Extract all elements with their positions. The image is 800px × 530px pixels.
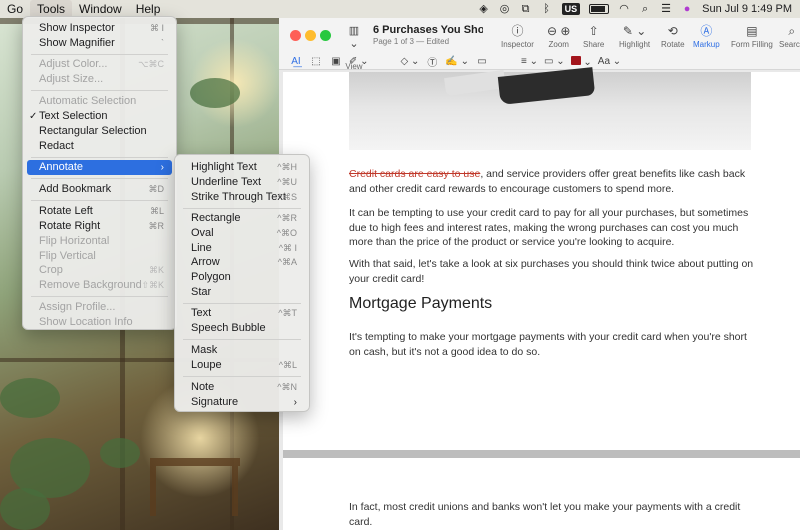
menu-item-note[interactable]: Note ^⌘N bbox=[179, 380, 305, 395]
status-area: ◈ ◎ ⧉ ᛒ US ◠ ⌕ ☰ ● Sun Jul 9 1:49 PM bbox=[478, 3, 800, 15]
article-photo bbox=[349, 67, 751, 150]
note-tool-icon[interactable]: ▭ bbox=[475, 56, 489, 67]
menu-item-rotate-left[interactable]: Rotate Left ⌘L bbox=[27, 204, 172, 219]
menu-item-line[interactable]: Line ^⌘ I bbox=[179, 241, 305, 256]
paragraph-3: With that said, let's take a look at six… bbox=[349, 258, 754, 285]
text-tool-icon[interactable]: Ⓣ bbox=[425, 54, 439, 69]
menu-item-text[interactable]: Text ^⌘T bbox=[179, 306, 305, 321]
search-icon[interactable]: ⌕ bbox=[639, 3, 651, 15]
layers-icon[interactable]: ⧉ bbox=[520, 3, 532, 15]
paragraph-5: In fact, most credit unions and banks wo… bbox=[349, 501, 741, 528]
share-button[interactable]: ⇧ Share bbox=[583, 24, 604, 49]
border-style-icon[interactable]: ▭ ⌄ bbox=[544, 56, 565, 67]
siri-icon[interactable]: ● bbox=[681, 3, 693, 15]
markup-button[interactable]: Ⓐ Markup bbox=[693, 24, 720, 49]
zoom-icon: ⊖ ⊕ bbox=[547, 24, 571, 38]
document-page-2: In fact, most credit unions and banks wo… bbox=[283, 458, 800, 530]
shapes-tool-icon[interactable]: ◇ ⌄ bbox=[401, 56, 420, 67]
menu-item-adjust-color: Adjust Color... ⌥⌘C bbox=[39, 58, 164, 70]
chevron-right-icon: › bbox=[293, 397, 297, 408]
menu-item-rotate-right[interactable]: Rotate Right ⌘R bbox=[27, 219, 172, 234]
rotate-icon: ⟲ bbox=[667, 24, 678, 38]
paragraph-2: It can be tempting to use your credit ca… bbox=[349, 207, 749, 248]
rotate-button[interactable]: ⟲ Rotate bbox=[661, 24, 685, 49]
text-selection-tool-icon[interactable]: A͟I bbox=[289, 56, 303, 67]
chevron-right-icon: › bbox=[160, 162, 164, 173]
sketch-tool-icon[interactable]: ✐ ⌄ bbox=[349, 56, 369, 67]
sidebar-icon: ▥ ⌄ bbox=[348, 25, 360, 50]
clock[interactable]: Sun Jul 9 1:49 PM bbox=[702, 3, 792, 15]
menu-item-adjust-size: Adjust Size... bbox=[39, 73, 104, 85]
menu-item-star[interactable]: Star bbox=[179, 285, 305, 300]
menu-item-show-magnifier[interactable]: Show Magnifier ` bbox=[27, 36, 172, 51]
menu-item-oval[interactable]: Oval ^⌘O bbox=[179, 226, 305, 241]
form-icon: ▤ bbox=[746, 24, 758, 38]
minimize-window-button[interactable] bbox=[305, 30, 316, 41]
menu-item-rectangle[interactable]: Rectangle ^⌘R bbox=[179, 211, 305, 226]
highlight-button[interactable]: ✎ ⌄ Highlight bbox=[619, 24, 650, 49]
section-heading: Mortgage Payments bbox=[349, 295, 493, 312]
preview-window: ▥ ⌄ View 6 Purchases You Shoul... Page 1… bbox=[279, 18, 800, 530]
markup-icon: Ⓐ bbox=[700, 24, 713, 38]
menu-item-highlight-text[interactable]: Highlight Text ^⌘H bbox=[179, 160, 305, 175]
zoom-button[interactable]: ⊖ ⊕ Zoom bbox=[547, 24, 570, 49]
window-toolbar: ▥ ⌄ View 6 Purchases You Shoul... Page 1… bbox=[279, 18, 800, 72]
search-icon: ⌕ bbox=[788, 24, 796, 38]
paragraph-1: Credit cards are easy to use, and servic… bbox=[349, 168, 746, 195]
menu-item-show-location-info: Show Location Info bbox=[39, 316, 133, 328]
menu-item-flip-horizontal: Flip Horizontal bbox=[39, 235, 110, 247]
menu-item-signature[interactable]: Signature › bbox=[179, 395, 305, 410]
bullseye-icon[interactable]: ◎ bbox=[499, 3, 511, 15]
menu-item-redact[interactable]: Redact bbox=[27, 139, 172, 154]
menu-item-crop: Crop ⌘K bbox=[39, 264, 164, 276]
keyboard-input-badge[interactable]: US bbox=[561, 3, 581, 15]
control-center-icon[interactable]: ☰ bbox=[660, 3, 672, 15]
menu-item-strike-through-text[interactable]: Strike Through Text ^⌘S bbox=[179, 190, 305, 205]
info-icon: ⓘ bbox=[511, 24, 524, 38]
line-style-icon[interactable]: ≡ ⌄ bbox=[521, 56, 538, 67]
menu-item-text-selection[interactable]: ✓ Text Selection bbox=[27, 109, 172, 124]
menu-item-flip-vertical: Flip Vertical bbox=[39, 250, 96, 262]
highlighter-icon: ✎ ⌄ bbox=[622, 24, 647, 38]
search-button[interactable]: ⌕ Search bbox=[779, 24, 800, 49]
menu-item-mask[interactable]: Mask bbox=[179, 343, 305, 358]
struck-text[interactable]: Credit cards are easy to use bbox=[349, 168, 480, 180]
wifi-icon[interactable]: ◠ bbox=[618, 3, 630, 15]
document-title: 6 Purchases You Shoul... bbox=[373, 24, 483, 36]
menu-item-arrow[interactable]: Arrow ^⌘A bbox=[179, 255, 305, 270]
markup-toolbar: A͟I ⬚ ▣ ✐ ⌄ ◇ ⌄ Ⓣ ✍ ⌄ ▭ ≡ ⌄ ▭ ⌄ ⌄ Aa ⌄ bbox=[279, 51, 800, 72]
dropbox-icon[interactable]: ◈ bbox=[478, 3, 490, 15]
menu-item-speech-bubble[interactable]: Speech Bubble bbox=[179, 321, 305, 336]
inspector-button[interactable]: ⓘ Inspector bbox=[501, 24, 534, 49]
paragraph-4: It's tempting to make your mortgage paym… bbox=[349, 331, 747, 358]
battery-icon[interactable] bbox=[589, 4, 610, 14]
color-swatch bbox=[570, 55, 581, 65]
menu-item-underline-text[interactable]: Underline Text ^⌘U bbox=[179, 175, 305, 190]
color-picker-button[interactable]: ⌄ bbox=[570, 55, 592, 68]
menu-item-show-inspector[interactable]: Show Inspector ⌘ I bbox=[27, 21, 172, 36]
bluetooth-icon[interactable]: ᛒ bbox=[541, 3, 553, 15]
share-icon: ⇧ bbox=[588, 24, 599, 38]
close-window-button[interactable] bbox=[290, 30, 301, 41]
zoom-window-button[interactable] bbox=[320, 30, 331, 41]
menu-item-add-bookmark[interactable]: Add Bookmark ⌘D bbox=[27, 182, 172, 197]
text-style-icon[interactable]: Aa ⌄ bbox=[598, 56, 621, 67]
menu-item-polygon[interactable]: Polygon bbox=[179, 270, 305, 285]
menu-item-assign-profile: Assign Profile... bbox=[39, 301, 116, 313]
page-gap bbox=[283, 450, 800, 458]
document-page: Credit cards are easy to use, and servic… bbox=[283, 67, 800, 452]
menu-item-annotate[interactable]: Annotate › bbox=[27, 160, 172, 175]
rect-select-tool-icon[interactable]: ⬚ bbox=[309, 56, 323, 67]
sign-tool-icon[interactable]: ✍ ⌄ bbox=[445, 56, 469, 67]
redact-tool-icon[interactable]: ▣ bbox=[329, 56, 343, 67]
menu-item-loupe[interactable]: Loupe ^⌘L bbox=[179, 358, 305, 373]
menu-item-remove-background: Remove Background ⇧⌘K bbox=[39, 279, 164, 291]
tools-menu: Show Inspector ⌘ I Show Magnifier ` Adjust… bbox=[22, 16, 177, 330]
form-filling-button[interactable]: ▤ Form Filling bbox=[731, 24, 773, 49]
document-subtitle: Page 1 of 3 — Edited bbox=[373, 37, 450, 46]
menu-item-automatic-selection: Automatic Selection bbox=[39, 95, 137, 107]
checkmark-icon: ✓ bbox=[29, 111, 38, 122]
annotate-submenu: Highlight Text ^⌘H Underline Text ^⌘U Stri… bbox=[174, 154, 310, 412]
menu-item-rectangular-selection[interactable]: Rectangular Selection bbox=[27, 124, 172, 139]
